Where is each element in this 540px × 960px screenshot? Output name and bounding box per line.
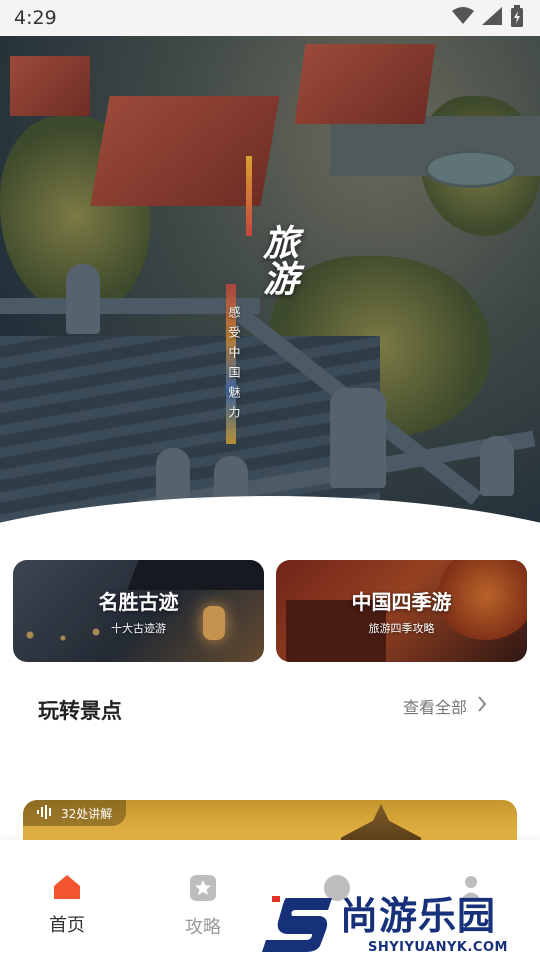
nav-item-guide[interactable]: 攻略 bbox=[158, 874, 248, 939]
battery-charging-icon bbox=[510, 5, 524, 31]
watermark-logo-icon bbox=[262, 896, 332, 952]
status-bar: 4:29 bbox=[0, 0, 540, 36]
status-time: 4:29 bbox=[14, 7, 57, 29]
card-subtitle: 十大古迹游 bbox=[111, 622, 166, 635]
view-all-link[interactable]: 查看全部 bbox=[403, 694, 487, 718]
home-icon bbox=[53, 874, 81, 905]
audio-wave-icon bbox=[37, 804, 53, 822]
hero-subtitle: 感受中国魅力 bbox=[227, 306, 241, 426]
view-all-label: 查看全部 bbox=[403, 698, 468, 717]
nav-label: 首页 bbox=[49, 915, 85, 936]
hero-railing bbox=[0, 298, 260, 314]
site-watermark: 尚游乐园 SHYIYUANYK.COM bbox=[258, 892, 540, 960]
category-card-seasons[interactable]: 中国四季游 旅游四季攻略 bbox=[276, 560, 527, 662]
hero-post bbox=[480, 436, 514, 496]
hero-roof bbox=[10, 56, 90, 116]
hero-pond bbox=[425, 150, 517, 188]
hero-title: 旅游 bbox=[257, 224, 299, 296]
card-subtitle: 旅游四季攻略 bbox=[368, 622, 435, 635]
card-title: 名胜古迹 bbox=[98, 590, 179, 614]
audio-guide-count: 32处讲解 bbox=[61, 806, 113, 821]
cell-signal-icon bbox=[482, 7, 502, 29]
hero-roof bbox=[294, 44, 436, 124]
chevron-right-icon bbox=[477, 696, 487, 716]
nav-label: 攻略 bbox=[185, 917, 221, 938]
card-title: 中国四季游 bbox=[351, 590, 452, 614]
hero-banner: 旅游 感受中国魅力 bbox=[0, 36, 540, 536]
wifi-icon bbox=[452, 7, 474, 29]
star-icon bbox=[189, 874, 217, 907]
hero-post bbox=[330, 388, 386, 488]
hero-post bbox=[66, 264, 100, 334]
section-title: 玩转景点 bbox=[38, 699, 122, 723]
category-card-heritage[interactable]: 名胜古迹 十大古迹游 bbox=[13, 560, 264, 662]
nav-item-home[interactable]: 首页 bbox=[22, 874, 112, 937]
status-icons bbox=[452, 5, 524, 31]
watermark-url: SHYIYUANYK.COM bbox=[368, 940, 508, 955]
audio-guide-badge: 32处讲解 bbox=[23, 800, 127, 826]
watermark-text: 尚游乐园 bbox=[340, 894, 497, 938]
